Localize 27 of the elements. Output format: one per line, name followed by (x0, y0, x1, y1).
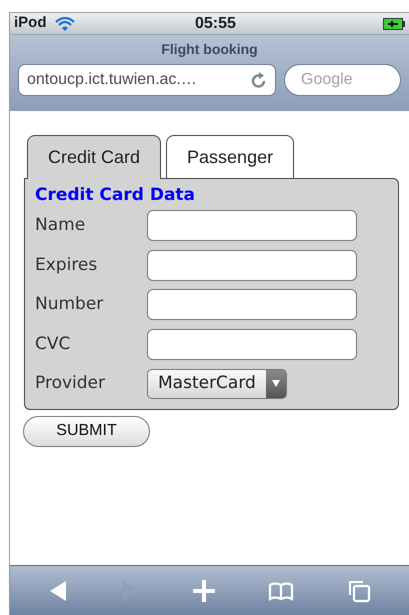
book-icon[interactable] (268, 580, 294, 600)
add-icon[interactable] (193, 580, 216, 602)
pages-icon[interactable] (346, 578, 371, 602)
text-field[interactable] (147, 289, 357, 320)
tab[interactable]: Passenger (166, 135, 294, 178)
carrier-name: iPod (14, 13, 46, 34)
text-field[interactable] (147, 210, 357, 242)
caret-icon (266, 370, 286, 398)
wifi-icon (54, 16, 74, 30)
provider-select[interactable]: MasterCard (147, 368, 287, 399)
battery-icon (383, 18, 405, 30)
section-heading: Credit Card Data (35, 184, 196, 206)
page-title: Flight booking (161, 40, 258, 58)
field-label: Number (35, 293, 104, 316)
address-field[interactable]: ontoucp.ict.tuwien.ac.… (18, 64, 276, 96)
back-icon[interactable] (48, 580, 68, 602)
reload-icon[interactable] (251, 71, 267, 89)
tab[interactable]: Credit Card (27, 135, 162, 179)
search-field[interactable]: Google (284, 64, 401, 96)
field-label: CVC (35, 332, 72, 356)
field-label: Name (35, 214, 86, 237)
submit-button[interactable]: SUBMIT (23, 416, 150, 446)
field-label: Expires (35, 254, 98, 276)
field-label: Provider (35, 372, 106, 395)
text-field[interactable] (147, 328, 357, 360)
clock: 05:55 (195, 14, 236, 34)
text-field[interactable] (147, 250, 357, 281)
